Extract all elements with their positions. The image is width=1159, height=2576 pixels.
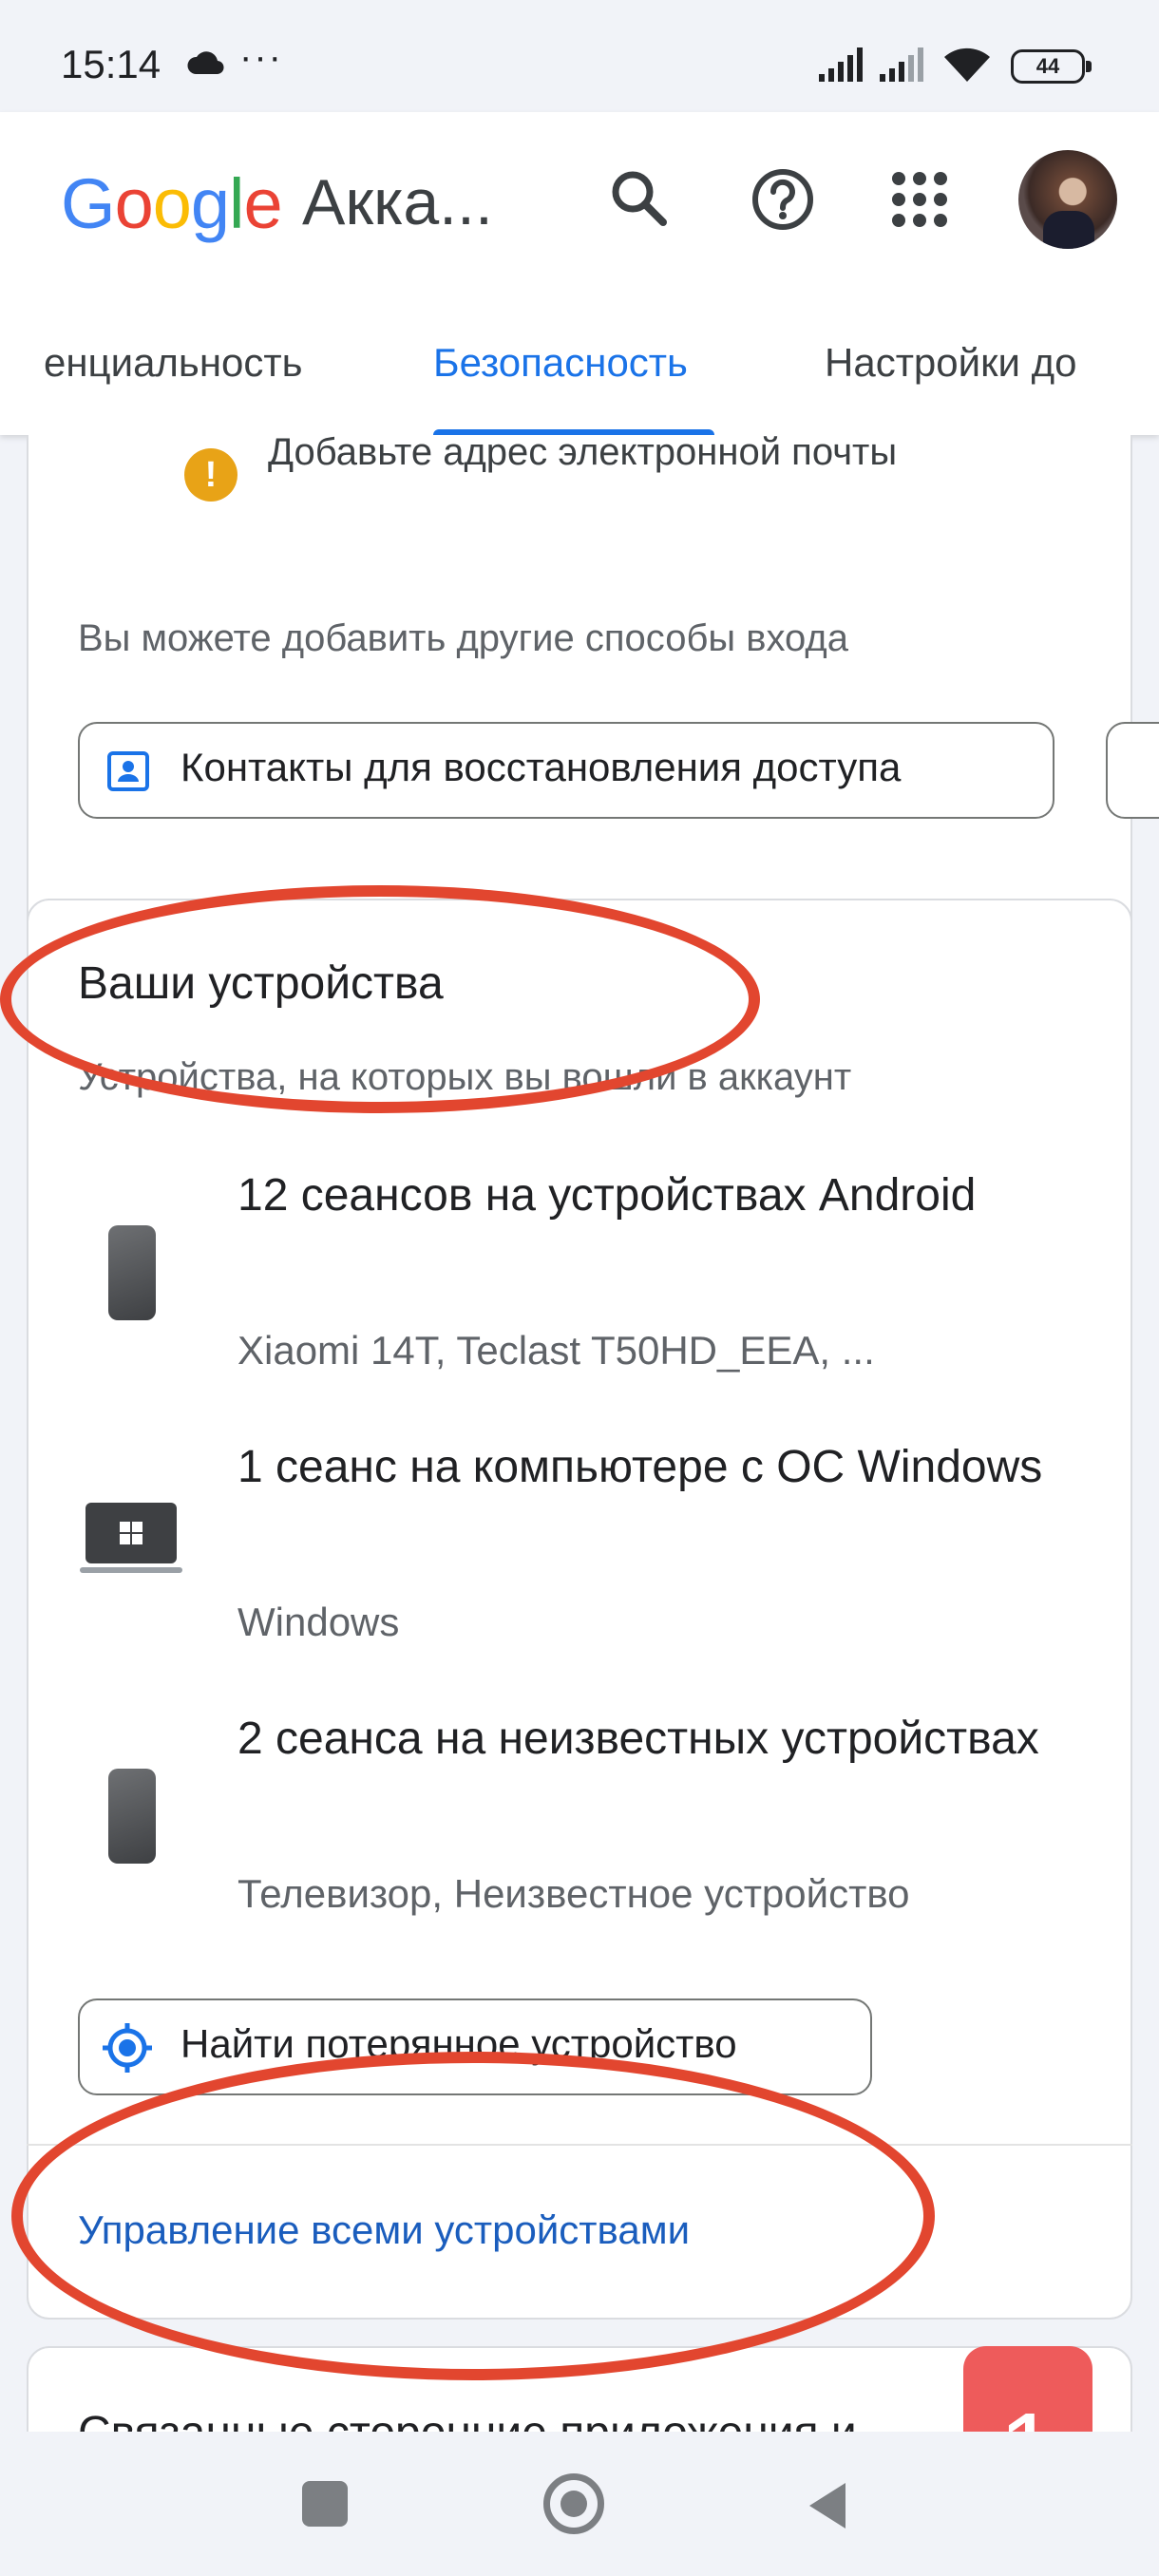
warning-icon: ! [184,448,238,502]
third-party-apps-title[interactable]: Связанные сторонние приложения и [78,2407,857,2432]
tab-settings[interactable]: Настройки до [825,340,1076,386]
more-notifications-icon: ··· [239,36,283,78]
app-title: Акка... [302,166,493,238]
contact-card-icon [107,751,149,791]
device-subtitle: Xiaomi 14T, Teclast T50HD_EEA, ... [238,1328,875,1373]
back-button[interactable] [804,2479,849,2532]
devices-title: Ваши устройства [78,958,444,1009]
content-scroll[interactable]: ! Добавьте адрес электронной почты Вы мо… [0,435,1159,2432]
app-header [0,112,1159,435]
phone-icon [108,1769,156,1864]
apps-grid-icon[interactable] [891,171,948,228]
device-title[interactable]: 1 сеанс на компьютере с ОС Windows [238,1430,1054,1505]
windows-icon [120,1522,142,1544]
wifi-icon [944,47,990,82]
phone-icon [108,1225,156,1320]
home-button[interactable] [543,2473,604,2534]
account-avatar[interactable] [1018,150,1117,249]
device-subtitle: Телевизор, Неизвестное устройство [238,1871,910,1916]
recovery-contacts-label: Контакты для восстановления доступа [180,745,902,789]
devices-subtitle: Устройства, на которых вы вошли в аккаун… [78,1056,852,1098]
cloud-icon [187,51,224,75]
signal-icon [819,47,863,82]
laptop-icon [86,1503,177,1563]
manage-devices-link[interactable]: Управление всеми устройствами [78,2207,690,2253]
find-device-label: Найти потерянное устройство [180,2021,737,2066]
battery-level: 44 [1036,54,1060,78]
laptop-base [80,1567,182,1573]
more-options-chip[interactable] [1106,722,1159,819]
divider [27,2144,1132,2146]
hint-text: Вы можете добавить другие способы входа [78,617,848,659]
device-subtitle: Windows [238,1600,400,1644]
locate-icon [103,2023,152,2073]
help-icon[interactable] [750,167,815,232]
device-title[interactable]: 2 сеанса на неизвестных устройствах [238,1702,1054,1776]
devices-card [27,899,1132,2320]
google-logo: Google [61,164,283,243]
search-icon[interactable] [608,167,671,230]
warning-text: Добавьте адрес электронной почты [268,435,898,473]
tab-security[interactable]: Безопасность [433,340,688,386]
status-bar: 15:14 ··· 44 [0,0,1159,112]
recents-button[interactable] [302,2481,348,2527]
signal-icon-2 [880,47,923,82]
tab-privacy[interactable]: енциальность [44,340,303,386]
battery-icon: 44 [1011,49,1092,84]
status-time: 15:14 [61,42,162,86]
device-title[interactable]: 12 сеансов на устройствах Android [238,1159,1054,1233]
